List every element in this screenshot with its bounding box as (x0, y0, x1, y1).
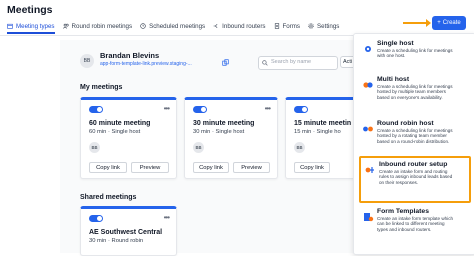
meeting-toggle[interactable] (193, 106, 207, 113)
tab-forms[interactable]: Forms (274, 20, 301, 32)
meeting-title: 15 minute meetin (294, 120, 352, 127)
user-link[interactable]: app-form-template-link.preview.staging-.… (100, 61, 192, 67)
more-options-icon[interactable]: ••• (164, 213, 170, 222)
calendar-icon (7, 23, 13, 29)
meeting-subtitle: 15 min · Single ho (294, 129, 341, 135)
tab-label: Settings (317, 22, 340, 30)
create-button[interactable]: + Create (432, 16, 466, 30)
menu-item-desc: Create a scheduling link for meetings hos… (377, 128, 453, 144)
menu-item-desc: Create an intake form template which can … (377, 216, 454, 232)
callout-arrow (403, 19, 431, 27)
people-icon (62, 23, 69, 29)
gear-icon (308, 23, 314, 29)
create-dropdown-menu: Single host Create a scheduling link for… (353, 33, 474, 255)
plus-icon: + (437, 20, 441, 26)
tab-label: Scheduled meetings (149, 22, 206, 30)
my-meetings-label: My meetings (80, 84, 123, 91)
copy-link-button[interactable]: Copy link (193, 162, 229, 173)
preview-button[interactable]: Preview (233, 162, 270, 173)
round-robin-icon (363, 126, 373, 132)
menu-item-form-templates[interactable]: Form Templates Create an intake form tem… (359, 206, 471, 250)
shared-meetings-label: Shared meetings (80, 194, 137, 201)
host-avatar: BB (193, 142, 204, 153)
menu-item-desc: Create a scheduling link for meetings hos… (377, 84, 453, 100)
page-title: Meetings (7, 4, 53, 16)
tab-label: Inbound routers (222, 22, 266, 30)
meeting-title: AE Southwest Central (89, 229, 163, 236)
user-name: Brandan Blevins (100, 51, 160, 60)
inbound-router-icon (365, 167, 374, 173)
tab-label: Meeting types (16, 22, 55, 30)
search-input[interactable]: Search by name (258, 56, 338, 70)
meeting-subtitle: 30 min · Round robin (89, 238, 144, 244)
search-icon (262, 60, 268, 66)
meeting-card: 15 minute meetin 15 min · Single ho BB C… (285, 97, 357, 179)
tab-bar: Meeting types Round robin meetings Sched… (7, 20, 339, 34)
meeting-title: 60 minute meeting (89, 120, 151, 127)
routing-icon (213, 23, 218, 29)
menu-item-single-host[interactable]: Single host Create a scheduling link for… (359, 38, 471, 72)
meeting-card: ••• 30 minute meeting 30 min · Single ho… (184, 97, 278, 179)
shared-meeting-card: ••• AE Southwest Central 30 min · Round … (80, 206, 177, 256)
host-avatar: BB (294, 142, 305, 153)
menu-item-multi-host[interactable]: Multi host Create a scheduling link for … (359, 74, 471, 114)
tab-meeting-types[interactable]: Meeting types (7, 20, 55, 34)
tab-label: Round robin meetings (71, 22, 133, 30)
menu-item-desc: Create an intake form and routing rules t… (379, 169, 453, 185)
avatar: BB (80, 54, 94, 68)
meeting-subtitle: 60 min · Single host (89, 129, 141, 135)
meeting-card: ••• 60 minute meeting 60 min · Single ho… (80, 97, 177, 179)
clock-icon (140, 23, 146, 29)
menu-item-round-robin-host[interactable]: Round robin host Create a scheduling lin… (359, 118, 471, 158)
host-avatar: BB (89, 142, 100, 153)
preview-button[interactable]: Preview (131, 162, 169, 173)
meeting-toggle[interactable] (89, 215, 103, 222)
copy-link-button[interactable]: Copy link (294, 162, 330, 173)
search-placeholder: Search by name (271, 59, 312, 65)
form-template-icon (364, 213, 374, 222)
meeting-title: 30 minute meeting (193, 120, 255, 127)
more-options-icon[interactable]: ••• (164, 104, 170, 113)
more-options-icon[interactable]: ••• (265, 104, 271, 113)
form-icon (274, 23, 279, 29)
single-host-icon (365, 46, 371, 52)
menu-item-title: Form Templates (377, 208, 429, 215)
menu-item-desc: Create a scheduling link for meetings wit… (377, 48, 453, 59)
tab-round-robin[interactable]: Round robin meetings (62, 20, 133, 32)
tab-settings[interactable]: Settings (308, 20, 339, 32)
meeting-subtitle: 30 min · Single host (193, 129, 245, 135)
tab-label: Forms (282, 22, 301, 30)
copy-link-button[interactable]: Copy link (89, 162, 127, 173)
menu-item-title: Single host (377, 40, 414, 47)
menu-item-title: Inbound router setup (379, 161, 448, 168)
menu-item-title: Multi host (377, 76, 410, 83)
meeting-toggle[interactable] (294, 106, 308, 113)
meeting-toggle[interactable] (89, 106, 103, 113)
multi-host-icon (363, 82, 373, 88)
menu-item-title: Round robin host (377, 120, 434, 127)
tab-scheduled[interactable]: Scheduled meetings (140, 20, 205, 32)
create-label: Create (442, 20, 461, 26)
menu-item-inbound-router-setup[interactable]: Inbound router setup Create an intake fo… (359, 156, 471, 203)
tab-inbound-routers[interactable]: Inbound routers (213, 20, 266, 32)
copy-link-icon[interactable] (222, 59, 229, 66)
